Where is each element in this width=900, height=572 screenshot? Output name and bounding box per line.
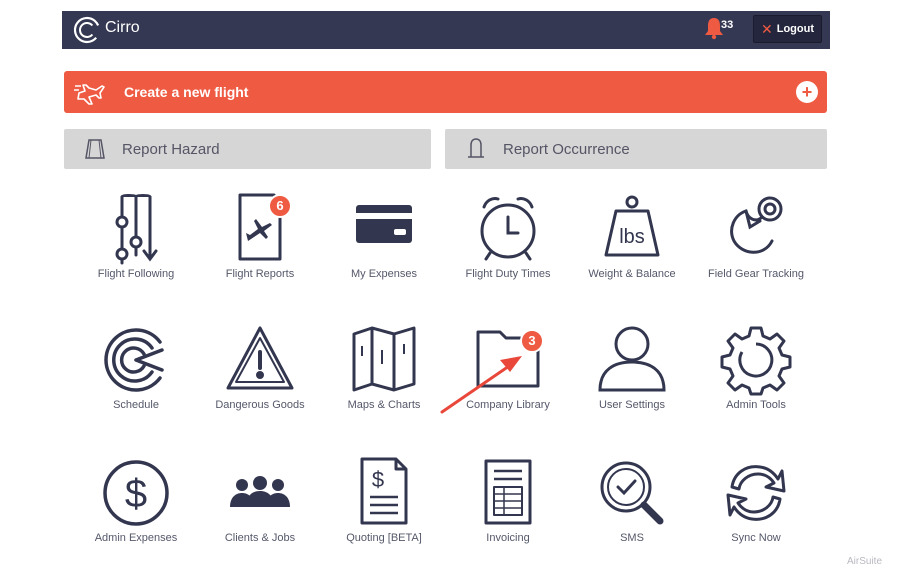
tile-label: Invoicing xyxy=(486,532,530,544)
notification-badge: 6 xyxy=(268,194,292,218)
tile-label: Field Gear Tracking xyxy=(708,268,804,280)
top-navbar: Cirro 33 ✕ Logout xyxy=(62,11,830,49)
tile-label: User Settings xyxy=(598,399,666,411)
warning-icon xyxy=(226,326,294,390)
gear-icon xyxy=(720,326,792,396)
tile-label: SMS xyxy=(620,532,644,544)
sync-icon xyxy=(726,465,786,521)
invoice-icon xyxy=(484,459,532,525)
dollar-icon-text: $ xyxy=(125,472,147,516)
tile-sync-now[interactable]: Sync Now xyxy=(701,457,811,546)
tile-label: Flight Following xyxy=(97,268,175,280)
tile-label: Weight & Balance xyxy=(588,268,676,280)
notification-count: 33 xyxy=(721,19,734,31)
tile-label: Quoting [BETA] xyxy=(346,532,422,544)
schedule-icon xyxy=(104,328,164,392)
tile-invoicing[interactable]: Invoicing xyxy=(453,457,563,546)
tile-clients-jobs[interactable]: Clients & Jobs xyxy=(205,457,315,546)
tile-label: Admin Expenses xyxy=(94,532,178,544)
close-icon: ✕ xyxy=(761,20,773,37)
tile-admin-expenses[interactable]: $ Admin Expenses xyxy=(81,457,191,546)
tile-company-library[interactable]: 3 Company Library xyxy=(453,324,563,413)
report-hazard-label: Report Hazard xyxy=(122,141,220,158)
tile-admin-tools[interactable]: Admin Tools xyxy=(701,324,811,413)
tile-dangerous-goods[interactable]: Dangerous Goods xyxy=(205,324,315,413)
tile-label: My Expenses xyxy=(350,268,418,280)
user-icon xyxy=(598,326,666,392)
report-occurrence-button[interactable]: Report Occurrence xyxy=(445,129,827,169)
tile-flight-duty-times[interactable]: Flight Duty Times xyxy=(453,193,563,282)
tile-weight-balance[interactable]: lbs Weight & Balance xyxy=(577,193,687,282)
tile-my-expenses[interactable]: My Expenses xyxy=(329,193,439,282)
report-hazard-button[interactable]: Report Hazard xyxy=(64,129,431,169)
tile-user-settings[interactable]: User Settings xyxy=(577,324,687,413)
notification-badge: 3 xyxy=(520,329,544,353)
plus-icon: + xyxy=(796,81,818,103)
logout-label: Logout xyxy=(776,23,814,35)
tile-label: Flight Duty Times xyxy=(465,268,551,280)
hook-icon xyxy=(730,196,783,254)
tile-label: Dangerous Goods xyxy=(215,399,305,411)
hazard-sign-icon xyxy=(85,139,105,159)
create-flight-label: Create a new flight xyxy=(124,84,249,100)
logout-button[interactable]: ✕ Logout xyxy=(753,15,822,43)
tile-label: Clients & Jobs xyxy=(224,532,296,544)
tile-field-gear-tracking[interactable]: Field Gear Tracking xyxy=(701,193,811,282)
dollar-icon: $ xyxy=(103,460,169,526)
alarm-clock-icon xyxy=(480,197,536,261)
quote-icon-text: $ xyxy=(372,467,384,492)
sms-search-icon xyxy=(600,461,664,525)
watermark: AirSuite xyxy=(847,556,883,567)
cirro-logo-icon xyxy=(73,16,101,44)
app-name: Cirro xyxy=(105,19,140,36)
tile-schedule[interactable]: Schedule xyxy=(81,324,191,413)
tile-label: Schedule xyxy=(113,399,159,411)
tile-label: Flight Reports xyxy=(225,268,295,280)
weight-icon-text: lbs xyxy=(619,226,645,248)
create-flight-button[interactable]: Create a new flight + xyxy=(64,71,827,113)
map-icon xyxy=(352,326,416,392)
tile-flight-following[interactable]: Flight Following xyxy=(81,193,191,282)
occurrence-bell-icon xyxy=(468,138,484,158)
tile-flight-reports[interactable]: 6 Flight Reports xyxy=(205,193,315,282)
people-icon xyxy=(230,476,290,507)
credit-card-icon xyxy=(356,205,412,243)
tile-sms[interactable]: SMS xyxy=(577,457,687,546)
weight-icon: lbs xyxy=(604,195,660,257)
airplane-icon xyxy=(74,84,105,105)
flight-following-icon xyxy=(115,194,158,265)
report-occurrence-label: Report Occurrence xyxy=(503,141,630,158)
quote-document-icon: $ xyxy=(360,457,408,525)
tile-label: Company Library xyxy=(466,399,550,411)
tile-label: Maps & Charts xyxy=(347,399,421,411)
tile-label: Sync Now xyxy=(731,532,781,544)
tile-quoting[interactable]: $ Quoting [BETA] xyxy=(329,457,439,546)
tile-label: Admin Tools xyxy=(726,399,786,411)
tile-maps-charts[interactable]: Maps & Charts xyxy=(329,324,439,413)
